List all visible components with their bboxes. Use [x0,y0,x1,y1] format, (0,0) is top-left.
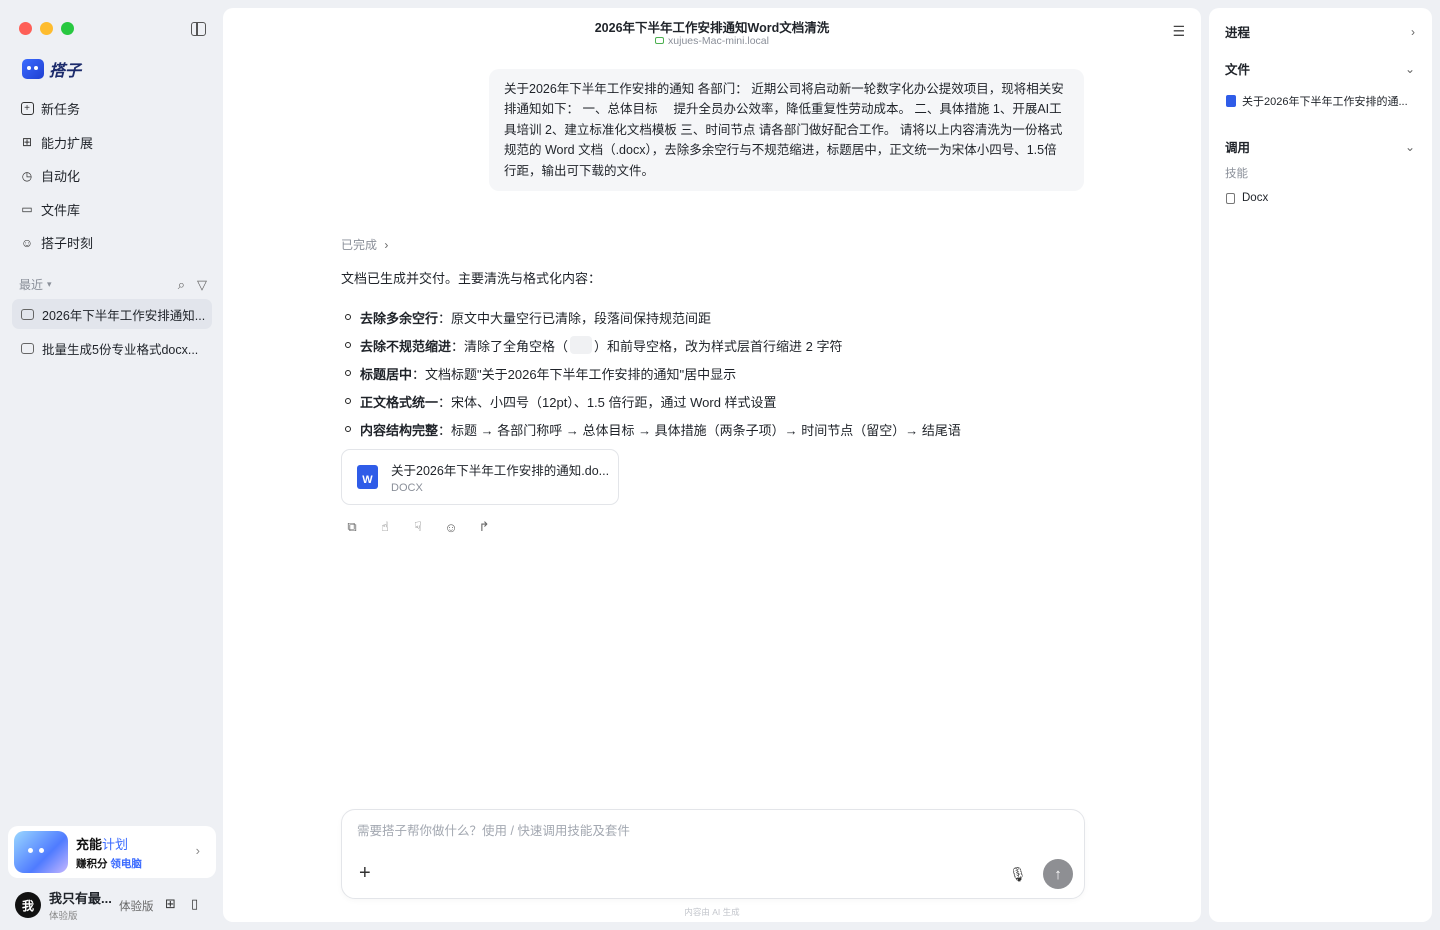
skill-item[interactable]: Docx [1226,192,1268,204]
chevron-down-icon: ⌄ [1404,139,1415,154]
sidebar-item-new-task[interactable]: + 新任务 [12,92,212,126]
recent-header: 最近 ▾ ⌕ ▽ [19,276,207,293]
brand-name: 搭子 [49,63,82,80]
recent-item[interactable]: 批量生成5份专业格式docx... [12,333,212,363]
chat-icon [21,342,34,354]
user-tier: 体验版 [49,911,78,922]
send-button[interactable]: ↑ [1043,859,1073,889]
user-message: 关于2026年下半年工作安排的通知 各部门： 近期公司将启动新一轮数字化办公提效… [489,69,1084,192]
host-label: xujues-Mac-mini.local [223,35,1201,47]
word-doc-icon [1226,95,1236,107]
skills-label: 技能 [1225,168,1248,180]
window-controls [19,22,74,35]
device-icon[interactable]: ▯ [191,896,198,912]
file-list-item[interactable]: 关于2026年下半年工作安排的通... [1226,93,1421,109]
list-item: 去除不规范缩进 ：清除了全角空格（ ）和前导空格，改为样式层首行缩进 2 字符 [341,331,1061,359]
context-panel: 进程 › 文件 ⌄ 关于2026年下半年工作安排的通... 调用 ⌄ 技能 Docx [1209,8,1432,922]
promo-subtitle: 赚积分 领电脑 [76,857,142,870]
recent-list: 2026年下半年工作安排通知... 批量生成5份专业格式docx... [12,299,212,367]
clock-icon: ◷ [21,168,33,183]
chat-icon [21,308,34,320]
sidebar-item-label: 新任务 [41,102,81,118]
plus-square-icon: + [20,102,34,116]
recent-item[interactable]: 2026年下半年工作安排通知... [12,299,212,329]
add-attachment-button[interactable]: + [359,863,371,883]
chevron-right-icon: › [195,843,200,858]
plan-badge[interactable]: 体验版 [119,898,154,914]
inline-code [570,336,593,354]
sidebar-item-moments[interactable]: ☺ 搭子时刻 [12,226,212,260]
file-attachment-card[interactable]: W 关于2026年下半年工作安排的通知.do... DOCX [341,449,619,505]
chat-panel: 2026年下半年工作安排通知Word文档清洗 xujues-Mac-mini.l… [223,8,1201,922]
sidebar-nav: + 新任务 ⊞ 能力扩展 ◷ 自动化 ▭ 文件库 ☺ 搭子时刻 [12,92,212,260]
promo-card[interactable]: 充能计划 赚积分 领电脑 › [8,826,216,878]
recent-item-title: 2026年下半年工作安排通知... [42,308,206,323]
list-item: 正文格式统一 ：宋体、小四号（12pt）、1.5 倍行距，通过 Word 样式设置 [341,387,1061,415]
section-invoke[interactable]: 调用 ⌄ [1225,137,1415,156]
word-doc-icon: W [357,465,378,489]
chevron-down-icon: ⌄ [1404,61,1415,76]
sidebar: 搭子 + 新任务 ⊞ 能力扩展 ◷ 自动化 ▭ 文件库 ☺ 搭子时刻 最近 ▾ … [0,0,222,930]
logo-mark-icon [22,59,44,79]
avatar[interactable]: 我 [15,892,41,918]
answer-list: 去除多余空行 ：原文中大量空行已清除，段落间保持规范间距 去除不规范缩进 ：清除了全… [341,303,1061,443]
composer: + 🎙 ↑ [341,809,1085,899]
section-files[interactable]: 文件 ⌄ [1225,59,1415,78]
list-item: 去除多余空行 ：原文中大量空行已清除，段落间保持规范间距 [341,303,1061,331]
user-profile[interactable]: 我 我只有最... 体验版 体验版 ⊞ ▯ [15,890,215,922]
mascot-icon [14,831,68,873]
sidebar-item-label: 搭子时刻 [41,236,94,252]
folder-icon: ▭ [21,202,33,217]
computer-icon [655,37,665,44]
file-name: 关于2026年下半年工作安排的通知.do... [391,464,610,478]
thumbs-down-icon[interactable]: ☟ [411,519,425,534]
user-name: 我只有最... [49,891,112,906]
file-name: 关于2026年下半年工作安排的通... [1242,96,1408,108]
recent-item-title: 批量生成5份专业格式docx... [42,342,199,357]
file-type: DOCX [391,482,423,494]
sidebar-item-automation[interactable]: ◷ 自动化 [12,159,212,193]
microphone-icon[interactable]: 🎙 [1009,866,1027,883]
sidebar-item-extensions[interactable]: ⊞ 能力扩展 [12,126,212,160]
maximize-window-button[interactable] [61,22,74,35]
file-icon [1226,192,1235,204]
message-input[interactable] [357,824,957,838]
share-icon[interactable]: ↱ [477,519,491,534]
close-window-button[interactable] [19,22,32,35]
task-status[interactable]: 已完成 › [341,236,388,253]
sidebar-item-label: 能力扩展 [41,135,94,151]
feedback-icon[interactable]: ☺ [444,520,458,535]
ai-disclaimer: 内容由 AI 生成 [684,907,740,917]
chevron-right-icon: › [384,238,389,252]
minimize-window-button[interactable] [40,22,53,35]
sidebar-item-file-library[interactable]: ▭ 文件库 [12,193,212,227]
conversation-title: 2026年下半年工作安排通知Word文档清洗 [594,21,830,35]
recent-label[interactable]: 最近 [19,276,43,293]
filter-icon[interactable]: ▽ [197,277,207,293]
outline-toggle-icon[interactable]: ☰ [1172,23,1185,40]
promo-title: 充能计划 [76,836,129,852]
sidebar-toggle-icon[interactable] [191,22,206,36]
message-actions: ⧉ ☝ ☟ ☺ ↱ [345,519,491,535]
chevron-down-icon[interactable]: ▾ [47,279,52,290]
sidebar-item-label: 文件库 [41,202,81,218]
app-logo: 搭子 [22,57,81,81]
list-item: 标题居中 ：文档标题"关于2026年下半年工作安排的通知"居中显示 [341,359,1061,387]
thumbs-up-icon[interactable]: ☝ [378,519,392,534]
smile-icon: ☺ [20,235,34,250]
search-icon[interactable]: ⌕ [178,277,185,293]
copy-icon[interactable]: ⧉ [345,519,359,534]
section-progress[interactable]: 进程 › [1225,22,1415,41]
sidebar-item-label: 自动化 [41,169,81,185]
skill-name: Docx [1242,192,1269,204]
chevron-right-icon: › [1411,24,1415,39]
grid-plus-icon: ⊞ [21,135,33,150]
list-item: 内容结构完整 ：标题 → 各部门称呼 → 总体目标 → 具体措施（两条子项）→ 时… [341,415,1061,443]
gift-icon[interactable]: ⊞ [165,896,176,912]
answer-intro: 文档已生成并交付。主要清洗与格式化内容： [341,271,602,286]
